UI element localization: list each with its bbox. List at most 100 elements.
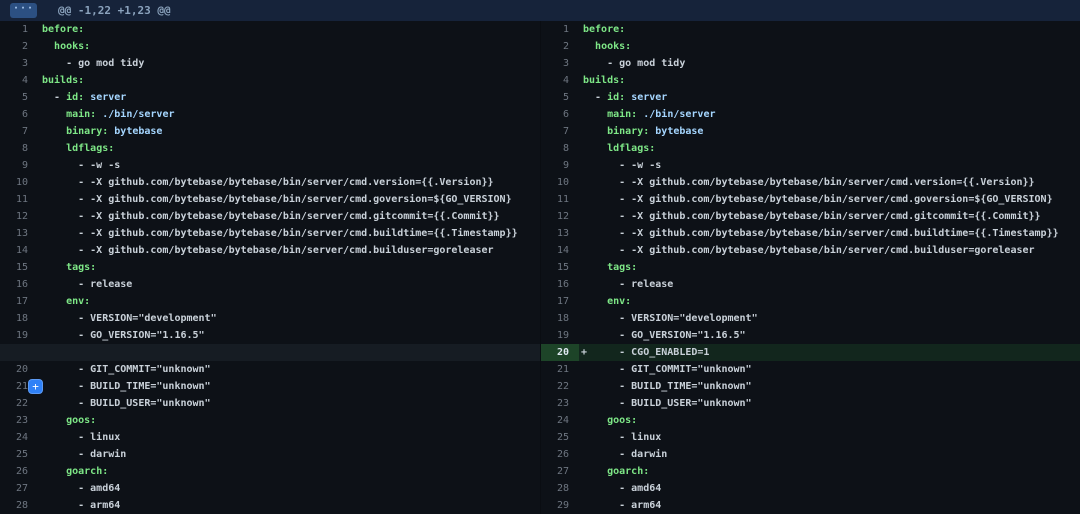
diff-line: 3 - go mod tidy: [541, 55, 1080, 72]
line-number: [0, 344, 38, 361]
diff-line: 15 tags:: [541, 259, 1080, 276]
diff-line: 22 - BUILD_USER="unknown": [0, 395, 540, 412]
diff-line: 26 - darwin: [541, 446, 1080, 463]
diff-left-pane: 1before:2 hooks:3 - go mod tidy4builds:5…: [0, 21, 540, 514]
line-number: 26: [0, 463, 38, 480]
line-number: 18: [541, 310, 579, 327]
line-number: 17: [541, 293, 579, 310]
code-text: goos:: [38, 412, 540, 429]
hunk-range-text: @@ -1,22 +1,23 @@: [58, 4, 171, 17]
line-number: 12: [541, 208, 579, 225]
diff-line: 25 - linux: [541, 429, 1080, 446]
diff-line: 4builds:: [541, 72, 1080, 89]
diff-line: 3 - go mod tidy: [0, 55, 540, 72]
diff-line: 1before:: [0, 21, 540, 38]
line-number: 1: [0, 21, 38, 38]
line-number: 5: [541, 89, 579, 106]
code-text: goarch:: [38, 463, 540, 480]
code-text: goarch:: [579, 463, 1080, 480]
code-text: before:: [38, 21, 540, 38]
diff-line: 10 - -X github.com/bytebase/bytebase/bin…: [541, 174, 1080, 191]
line-number: 2: [0, 38, 38, 55]
code-text: hooks:: [38, 38, 540, 55]
add-comment-button[interactable]: +: [28, 379, 43, 394]
line-number: 11: [541, 191, 579, 208]
code-text: - linux: [38, 429, 540, 446]
code-text: env:: [38, 293, 540, 310]
code-text: - CGO_ENABLED=1: [579, 344, 1080, 361]
diff-line: 27 goarch:: [541, 463, 1080, 480]
code-text: - go mod tidy: [579, 55, 1080, 72]
diff-line: 27 - amd64: [0, 480, 540, 497]
diff-line: 8 ldflags:: [0, 140, 540, 157]
line-number: 20: [541, 344, 579, 361]
line-number: 6: [541, 106, 579, 123]
diff-line: 5 - id: server: [0, 89, 540, 106]
code-text: - release: [38, 276, 540, 293]
diff-line: 12 - -X github.com/bytebase/bytebase/bin…: [541, 208, 1080, 225]
line-number: 4: [0, 72, 38, 89]
code-text: - -X github.com/bytebase/bytebase/bin/se…: [38, 225, 540, 242]
line-number: 17: [0, 293, 38, 310]
line-number: 3: [541, 55, 579, 72]
code-text: - arm64: [38, 497, 540, 514]
code-text: - BUILD_USER="unknown": [38, 395, 540, 412]
code-text: - -w -s: [579, 157, 1080, 174]
diff-line: 28 - arm64: [0, 497, 540, 514]
code-text: - -X github.com/bytebase/bytebase/bin/se…: [579, 225, 1080, 242]
diff-line: 2 hooks:: [0, 38, 540, 55]
line-number: 16: [0, 276, 38, 293]
line-number: 13: [541, 225, 579, 242]
diff-line: 16 - release: [541, 276, 1080, 293]
code-text: - GIT_COMMIT="unknown": [38, 361, 540, 378]
code-text: - id: server: [38, 89, 540, 106]
code-text: - -X github.com/bytebase/bytebase/bin/se…: [579, 242, 1080, 259]
code-text: ldflags:: [579, 140, 1080, 157]
line-number: 28: [541, 480, 579, 497]
code-text: tags:: [38, 259, 540, 276]
code-text: - GO_VERSION="1.16.5": [579, 327, 1080, 344]
added-line-marker: +: [581, 344, 587, 361]
diff-line: 13 - -X github.com/bytebase/bytebase/bin…: [541, 225, 1080, 242]
diff-line: 18 - VERSION="development": [541, 310, 1080, 327]
line-number: 22: [541, 378, 579, 395]
diff-line: 4builds:: [0, 72, 540, 89]
code-text: - VERSION="development": [38, 310, 540, 327]
line-number: 27: [0, 480, 38, 497]
split-diff: 1before:2 hooks:3 - go mod tidy4builds:5…: [0, 21, 1080, 514]
line-number: 6: [0, 106, 38, 123]
line-number: 28: [0, 497, 38, 514]
code-text: tags:: [579, 259, 1080, 276]
diff-line: 28 - amd64: [541, 480, 1080, 497]
diff-line: 25 - darwin: [0, 446, 540, 463]
expand-hunk-button[interactable]: ···: [10, 3, 37, 18]
line-number: 15: [0, 259, 38, 276]
diff-line: 10 - -X github.com/bytebase/bytebase/bin…: [0, 174, 540, 191]
line-number: 11: [0, 191, 38, 208]
line-number: 4: [541, 72, 579, 89]
code-text: - -X github.com/bytebase/bytebase/bin/se…: [38, 208, 540, 225]
line-number: 16: [541, 276, 579, 293]
diff-line: 7 binary: bytebase: [0, 123, 540, 140]
diff-line: 17 env:: [0, 293, 540, 310]
diff-line-added: 20 - CGO_ENABLED=1+: [541, 344, 1080, 361]
line-number: 24: [541, 412, 579, 429]
code-text: - -X github.com/bytebase/bytebase/bin/se…: [38, 191, 540, 208]
line-number: 3: [0, 55, 38, 72]
diff-line: 6 main: ./bin/server: [0, 106, 540, 123]
line-number: 8: [541, 140, 579, 157]
line-number: 8: [0, 140, 38, 157]
line-number: 22: [0, 395, 38, 412]
diff-viewer: ··· @@ -1,22 +1,23 @@ 1before:2 hooks:3 …: [0, 0, 1080, 514]
line-number: 25: [0, 446, 38, 463]
code-text: goos:: [579, 412, 1080, 429]
code-text: builds:: [38, 72, 540, 89]
line-number: 21: [541, 361, 579, 378]
code-text: env:: [579, 293, 1080, 310]
line-number: 14: [0, 242, 38, 259]
code-text: builds:: [579, 72, 1080, 89]
line-number: 24: [0, 429, 38, 446]
line-number: 13: [0, 225, 38, 242]
code-text: - -X github.com/bytebase/bytebase/bin/se…: [579, 191, 1080, 208]
code-text: - VERSION="development": [579, 310, 1080, 327]
